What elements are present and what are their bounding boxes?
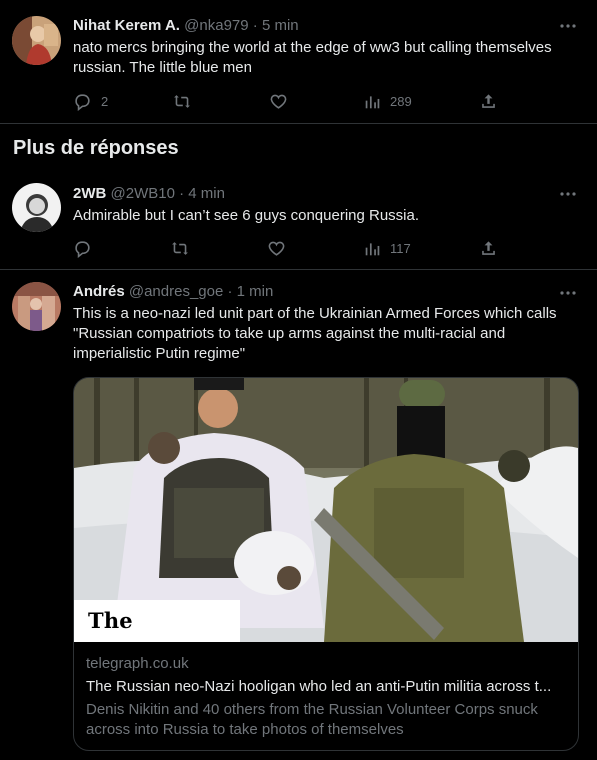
card-domain: telegraph.co.uk: [86, 655, 189, 672]
share-button[interactable]: [479, 91, 498, 111]
like-button[interactable]: [267, 238, 286, 258]
section-title: Plus de réponses: [13, 137, 179, 159]
retweet-button[interactable]: [172, 91, 192, 111]
reply-icon: [73, 239, 92, 258]
more-icon[interactable]: [559, 284, 577, 302]
retweet-icon: [172, 92, 192, 111]
tweet-header: Andrés @andres_goe · 1 min: [73, 282, 273, 302]
retweet-icon: [170, 239, 190, 258]
timestamp[interactable]: 4 min: [188, 185, 225, 202]
card-description: Denis Nikitin and 40 others from the Rus…: [86, 701, 538, 738]
avatar[interactable]: [12, 16, 61, 65]
tweet-text: Admirable but I can’t see 6 guys conquer…: [73, 207, 420, 224]
tweet-2[interactable]: 2WB @2WB10 · 4 min Admirable but I can’t…: [0, 170, 597, 270]
tweet-header: Nihat Kerem A. @nka979 · 5 min: [73, 16, 299, 36]
heart-icon: [267, 239, 286, 258]
reply-button[interactable]: [73, 238, 92, 258]
action-bar: 117: [73, 238, 513, 258]
views-count: 289: [390, 93, 412, 109]
retweet-button[interactable]: [170, 238, 190, 258]
tweet-header: 2WB @2WB10 · 4 min: [73, 184, 225, 204]
separator: ·: [252, 17, 258, 34]
heart-icon: [269, 92, 288, 111]
reply-button[interactable]: 2: [73, 91, 108, 111]
action-bar: 2 289: [73, 91, 513, 111]
views-icon: [364, 93, 381, 110]
share-icon: [479, 239, 498, 258]
card-title[interactable]: The Russian neo-Nazi hooligan who led an…: [86, 677, 568, 697]
link-card[interactable]: The Telegraph telegraph.co.uk The Russia…: [73, 377, 579, 751]
views-button[interactable]: 289: [364, 91, 412, 111]
like-button[interactable]: [269, 91, 288, 111]
reply-icon: [73, 92, 92, 111]
views-icon: [364, 240, 381, 257]
avatar[interactable]: [12, 183, 61, 232]
separator: ·: [227, 283, 233, 300]
reply-count: 2: [101, 93, 109, 109]
tweet-1[interactable]: Nihat Kerem A. @nka979 · 5 min nato merc…: [0, 0, 597, 124]
handle[interactable]: @andres_goe: [129, 283, 223, 300]
tweet-text: This is a neo-nazi led unit part of the …: [73, 305, 557, 362]
views-count: 117: [390, 240, 411, 256]
share-button[interactable]: [479, 238, 498, 258]
share-icon: [479, 92, 498, 111]
handle[interactable]: @nka979: [184, 17, 248, 34]
avatar[interactable]: [12, 282, 61, 331]
divider: [0, 123, 597, 124]
more-icon[interactable]: [559, 17, 577, 35]
timestamp[interactable]: 5 min: [262, 17, 299, 34]
display-name[interactable]: Andrés: [73, 283, 125, 300]
card-text[interactable]: telegraph.co.uk The Russian neo-Nazi hoo…: [86, 654, 568, 740]
tweet-text: nato mercs bringing the world at the edg…: [73, 39, 552, 76]
more-icon[interactable]: [559, 185, 577, 203]
handle[interactable]: @2WB10: [111, 185, 175, 202]
telegraph-logo: The Telegraph: [74, 600, 240, 675]
display-name[interactable]: Nihat Kerem A.: [73, 17, 180, 34]
display-name[interactable]: 2WB: [73, 185, 106, 202]
separator: ·: [179, 185, 185, 202]
views-button[interactable]: 117: [364, 238, 411, 258]
timestamp[interactable]: 1 min: [237, 283, 274, 300]
